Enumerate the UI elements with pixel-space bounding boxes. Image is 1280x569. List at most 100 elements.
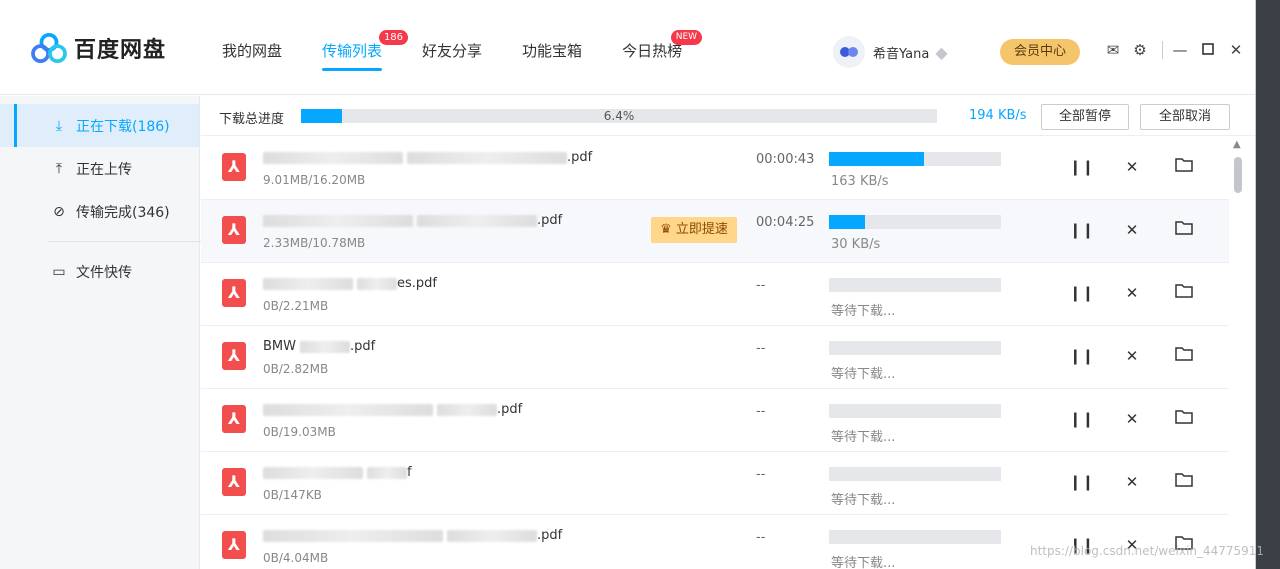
maximize-icon[interactable]: [1198, 40, 1218, 60]
download-icon: ⤓: [55, 117, 63, 134]
pause-icon[interactable]: ❙❙: [1069, 471, 1094, 493]
row-progress-bar: [829, 467, 1001, 481]
avatar[interactable]: [833, 36, 865, 68]
file-size: 0B/4.04MB: [263, 551, 329, 565]
tab-label: 好友分享: [422, 42, 483, 60]
app-window: 百度网盘 我的网盘 传输列表 186 好友分享 功能宝箱 今日热榜 NEW 希音Ya…: [0, 0, 1256, 569]
download-row[interactable]: .pdf 2.33MB/10.78MB ♛ 立即提速 00:04:25 30 K…: [201, 200, 1229, 263]
download-row[interactable]: .pdf 0B/19.03MB -- 等待下载... ❙❙ ✕: [201, 389, 1229, 452]
download-row[interactable]: .pdf 9.01MB/16.20MB 00:00:43 163 KB/s ❙❙…: [201, 137, 1229, 200]
folder-icon[interactable]: [1173, 282, 1195, 304]
app-name: 百度网盘: [74, 38, 167, 63]
sidebar-item-quick-transfer[interactable]: ▭ 文件快传: [0, 250, 199, 293]
speed-up-button[interactable]: ♛ 立即提速: [651, 217, 737, 243]
speed-up-label: 立即提速: [675, 222, 728, 237]
file-extension: .pdf: [537, 528, 563, 543]
file-name: .pdf: [263, 213, 562, 228]
new-badge: NEW: [670, 30, 703, 45]
pdf-file-icon: [222, 468, 246, 496]
download-row[interactable]: es.pdf 0B/2.21MB -- 等待下载... ❙❙ ✕: [201, 263, 1229, 326]
pause-icon[interactable]: ❙❙: [1069, 219, 1094, 241]
redacted-text: [447, 529, 537, 542]
sidebar-item-label: 传输完成(346): [76, 204, 170, 221]
folder-icon[interactable]: [1173, 471, 1195, 493]
redacted-text: [417, 214, 537, 227]
file-name: .pdf: [263, 528, 562, 543]
pdf-file-icon: [222, 342, 246, 370]
gear-icon[interactable]: ⚙: [1130, 40, 1150, 60]
download-row[interactable]: BMW .pdf 0B/2.82MB -- 等待下载... ❙❙ ✕: [201, 326, 1229, 389]
cancel-icon[interactable]: ✕: [1121, 282, 1143, 304]
file-size: 0B/19.03MB: [263, 425, 336, 439]
folder-icon[interactable]: [1173, 219, 1195, 241]
scroll-thumb[interactable]: [1234, 157, 1242, 193]
download-row[interactable]: f 0B/147KB -- 等待下载... ❙❙ ✕: [201, 452, 1229, 515]
folder-icon[interactable]: [1173, 345, 1195, 367]
pause-icon[interactable]: ❙❙: [1069, 345, 1094, 367]
sidebar: ⤓ 正在下载(186) ⤒ 正在上传 ⊘ 传输完成(346) ▭ 文件快传: [0, 96, 204, 569]
file-name: es.pdf: [263, 276, 437, 291]
close-icon[interactable]: ✕: [1226, 40, 1246, 60]
background-strip: [1256, 0, 1280, 569]
cancel-icon[interactable]: ✕: [1121, 471, 1143, 493]
scroll-up-arrow-icon[interactable]: ▲: [1233, 139, 1241, 150]
cancel-icon[interactable]: ✕: [1121, 219, 1143, 241]
tab-hot-list[interactable]: 今日热榜 NEW: [622, 30, 703, 69]
redacted-text: [357, 277, 397, 290]
sidebar-item-label: 文件快传: [76, 264, 132, 281]
cancel-icon[interactable]: ✕: [1121, 345, 1143, 367]
row-speed: 163 KB/s: [831, 174, 889, 189]
user-profile[interactable]: 希音Yana ◆: [833, 36, 948, 68]
file-extension: .pdf: [497, 402, 523, 417]
redacted-text: [263, 529, 443, 542]
pause-icon[interactable]: ❙❙: [1069, 408, 1094, 430]
file-size: 0B/2.82MB: [263, 362, 329, 376]
redacted-text: [263, 466, 363, 479]
tab-transfer-list[interactable]: 传输列表 186: [322, 30, 409, 71]
file-size: 0B/2.21MB: [263, 299, 329, 313]
pdf-file-icon: [222, 531, 246, 559]
top-nav: 我的网盘 传输列表 186 好友分享 功能宝箱 今日热榜 NEW: [222, 30, 722, 71]
folder-icon[interactable]: [1173, 408, 1195, 430]
row-speed: 等待下载...: [831, 493, 896, 508]
row-progress-bar: [829, 152, 1001, 166]
file-extension: .pdf: [350, 339, 376, 354]
minimize-icon[interactable]: —: [1170, 40, 1190, 60]
scrollbar[interactable]: ▲: [1231, 137, 1245, 569]
row-speed: 等待下载...: [831, 367, 896, 382]
remaining-time: --: [756, 278, 766, 293]
divider: [1162, 41, 1163, 59]
vip-center-button[interactable]: 会员中心: [1000, 39, 1080, 65]
cancel-icon[interactable]: ✕: [1121, 156, 1143, 178]
folder-icon[interactable]: [1173, 156, 1195, 178]
pause-icon[interactable]: ❙❙: [1069, 156, 1094, 178]
logo: 百度网盘: [30, 32, 166, 64]
sidebar-item-completed[interactable]: ⊘ 传输完成(346): [0, 190, 199, 233]
total-progress-percent: 6.4%: [603, 109, 635, 123]
download-row[interactable]: .pdf 0B/4.04MB -- 等待下载... ❙❙ ✕: [201, 515, 1229, 569]
pause-all-button[interactable]: 全部暂停: [1041, 104, 1129, 130]
remaining-time: --: [756, 467, 766, 482]
mail-icon[interactable]: ✉: [1103, 40, 1123, 60]
file-name: .pdf: [263, 150, 592, 165]
row-progress-bar: [829, 341, 1001, 355]
tab-label: 我的网盘: [222, 42, 283, 60]
tab-label: 功能宝箱: [522, 42, 583, 60]
total-progress-bar: 6.4%: [301, 109, 937, 123]
header: 百度网盘 我的网盘 传输列表 186 好友分享 功能宝箱 今日热榜 NEW 希音Ya…: [0, 0, 1255, 95]
file-name: f: [263, 465, 412, 480]
sidebar-item-downloading[interactable]: ⤓ 正在下载(186): [0, 104, 199, 147]
row-progress-bar: [829, 215, 1001, 229]
row-speed: 30 KB/s: [831, 237, 881, 252]
cancel-icon[interactable]: ✕: [1121, 408, 1143, 430]
cancel-all-button[interactable]: 全部取消: [1140, 104, 1230, 130]
sidebar-item-uploading[interactable]: ⤒ 正在上传: [0, 147, 199, 190]
tab-friend-share[interactable]: 好友分享: [422, 40, 482, 69]
tab-toolbox[interactable]: 功能宝箱: [522, 40, 582, 69]
redacted-text: [263, 151, 403, 164]
tab-my-drive[interactable]: 我的网盘: [222, 40, 282, 69]
pause-icon[interactable]: ❙❙: [1069, 282, 1094, 304]
sidebar-item-label: 正在下载(186): [76, 118, 170, 135]
redacted-text: [263, 277, 353, 290]
redacted-text: [437, 403, 497, 416]
